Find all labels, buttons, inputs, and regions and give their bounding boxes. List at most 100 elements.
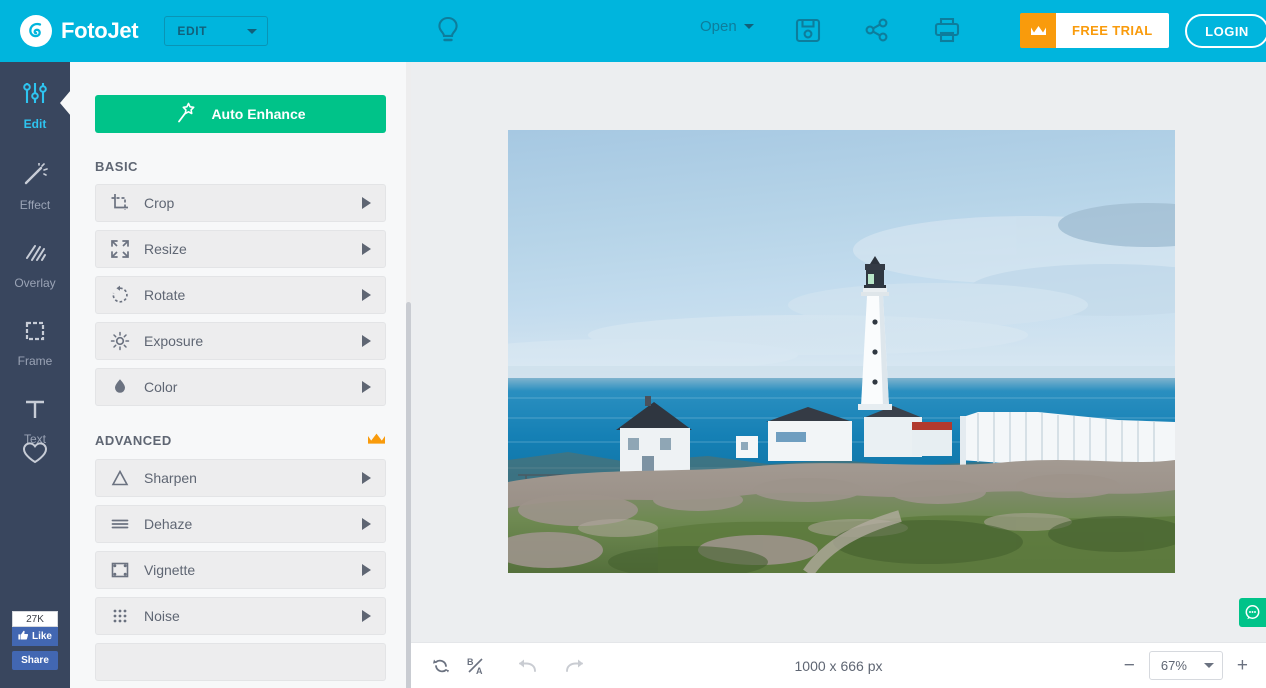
chevron-right-icon (362, 518, 371, 530)
app-header: FotoJet EDIT Open FREE TRIAL LOGIN (0, 0, 1266, 62)
chevron-down-icon (1203, 663, 1214, 668)
facebook-share-button[interactable]: Share (12, 651, 58, 670)
sidebar-item-effect[interactable]: Effect (0, 148, 70, 226)
chevron-down-icon (247, 28, 258, 34)
sun-brightness-icon (108, 331, 132, 351)
auto-enhance-button[interactable]: Auto Enhance (95, 95, 386, 133)
tool-label: Crop (144, 195, 175, 211)
reset-circle-icon[interactable] (431, 656, 451, 676)
advanced-section-label: ADVANCED (95, 433, 172, 448)
horizontal-lines-icon (108, 514, 132, 534)
header-right-group: Open FREE TRIAL LOGIN (410, 0, 1266, 62)
facebook-like-widget: 27K Like Share (12, 611, 58, 670)
open-menu-button[interactable]: Open (700, 18, 754, 35)
chevron-right-icon (362, 610, 371, 622)
crown-icon (1020, 13, 1056, 48)
sidebar-item-label: Edit (23, 116, 47, 131)
tool-row-dehaze[interactable]: Dehaze (95, 505, 386, 543)
chevron-right-icon (362, 289, 371, 301)
rotate-icon (108, 285, 132, 305)
resize-arrows-icon (108, 239, 132, 259)
zoom-out-button[interactable]: − (1124, 656, 1135, 675)
tool-label: Color (144, 379, 178, 395)
free-trial-button[interactable]: FREE TRIAL (1020, 13, 1169, 48)
canvas-area (411, 62, 1266, 642)
facebook-like-label: Like (31, 631, 52, 642)
basic-section-title: BASIC (95, 159, 411, 174)
undo-arrow-icon[interactable] (515, 656, 539, 676)
sliders-icon (21, 80, 49, 111)
fotojet-swirl-logo-icon[interactable] (20, 15, 52, 47)
tool-row-resize[interactable]: Resize (95, 230, 386, 268)
edit-mode-dropdown[interactable]: EDIT (164, 16, 269, 46)
tool-row-exposure[interactable]: Exposure (95, 322, 386, 360)
sidebar-item-label: Overlay (14, 275, 56, 290)
thumbs-up-icon (18, 630, 29, 644)
zoom-level-dropdown[interactable]: 67% (1148, 651, 1223, 680)
frame-square-icon (22, 319, 48, 348)
chevron-right-icon (362, 381, 371, 393)
printer-icon[interactable] (932, 14, 962, 46)
zoom-controls: − 67% + (1124, 651, 1248, 680)
svg-text:B: B (467, 657, 474, 667)
sidebar-item-label: Frame (17, 353, 53, 368)
login-button[interactable]: LOGIN (1185, 14, 1266, 48)
tool-label: Noise (144, 608, 180, 624)
login-label: LOGIN (1205, 23, 1249, 39)
bottom-toolbar: B A 1000 x 666 px − 67% + (411, 642, 1266, 688)
header-left-group: FotoJet EDIT (0, 0, 410, 62)
magic-wand-icon (22, 161, 48, 192)
hatched-square-icon (22, 241, 48, 270)
free-trial-label: FREE TRIAL (1056, 13, 1169, 48)
crop-icon (108, 193, 132, 213)
chevron-right-icon (362, 197, 371, 209)
tool-label: Sharpen (144, 470, 197, 486)
chevron-right-icon (362, 243, 371, 255)
chat-bubble-icon[interactable] (1239, 598, 1266, 627)
tool-label: Resize (144, 241, 187, 257)
tool-row-rotate[interactable]: Rotate (95, 276, 386, 314)
triangle-icon (108, 468, 132, 488)
lighthouse-coastal-photo[interactable] (508, 130, 1175, 573)
tool-row-sharpen[interactable]: Sharpen (95, 459, 386, 497)
sidebar-item-frame[interactable]: Frame (0, 304, 70, 382)
advanced-section-title: ADVANCED (95, 432, 411, 449)
tool-row-crop[interactable]: Crop (95, 184, 386, 222)
text-t-icon (22, 397, 48, 426)
sidebar-item-edit[interactable]: Edit (0, 62, 71, 148)
tool-row-noise[interactable]: Noise (95, 597, 386, 635)
before-after-ba-icon[interactable]: B A (465, 656, 487, 676)
zoom-in-button[interactable]: + (1237, 656, 1248, 675)
tool-row-color[interactable]: Color (95, 368, 386, 406)
facebook-like-count: 27K (12, 611, 58, 627)
chevron-right-icon (362, 335, 371, 347)
edit-mode-label: EDIT (177, 24, 208, 38)
tool-label: Rotate (144, 287, 186, 303)
left-nav-rail: Edit Effect Overlay Frame Text 27K Like … (0, 62, 71, 688)
svg-text:A: A (476, 666, 483, 676)
save-floppy-icon[interactable] (793, 14, 823, 46)
zoom-level-value: 67% (1160, 658, 1187, 673)
redo-arrow-icon[interactable] (563, 656, 587, 676)
sidebar-item-overlay[interactable]: Overlay (0, 226, 70, 304)
vignette-corners-icon (108, 560, 132, 580)
chevron-right-icon (362, 472, 371, 484)
crown-icon (367, 432, 386, 449)
sidebar-item-label: Effect (19, 197, 51, 212)
open-menu-label: Open (700, 18, 737, 35)
share-nodes-icon[interactable] (862, 14, 892, 46)
tool-row-vignette[interactable]: Vignette (95, 551, 386, 589)
chevron-down-icon (743, 24, 754, 29)
droplet-icon (108, 377, 132, 397)
tool-label: Vignette (144, 562, 196, 578)
lightbulb-icon[interactable] (434, 15, 462, 47)
chevron-right-icon (362, 564, 371, 576)
tool-label: Dehaze (144, 516, 193, 532)
tool-row-partial[interactable] (95, 643, 386, 681)
heart-outline-icon[interactable] (0, 440, 70, 466)
basic-section-label: BASIC (95, 159, 138, 174)
facebook-like-button[interactable]: Like (12, 627, 58, 646)
auto-enhance-label: Auto Enhance (211, 106, 306, 122)
fotojet-editor-app: FotoJet EDIT Open FREE TRIAL LOGIN Edit … (0, 0, 1266, 688)
tools-panel: Auto Enhance BASIC Crop Resize Rotate Ex… (70, 62, 411, 688)
